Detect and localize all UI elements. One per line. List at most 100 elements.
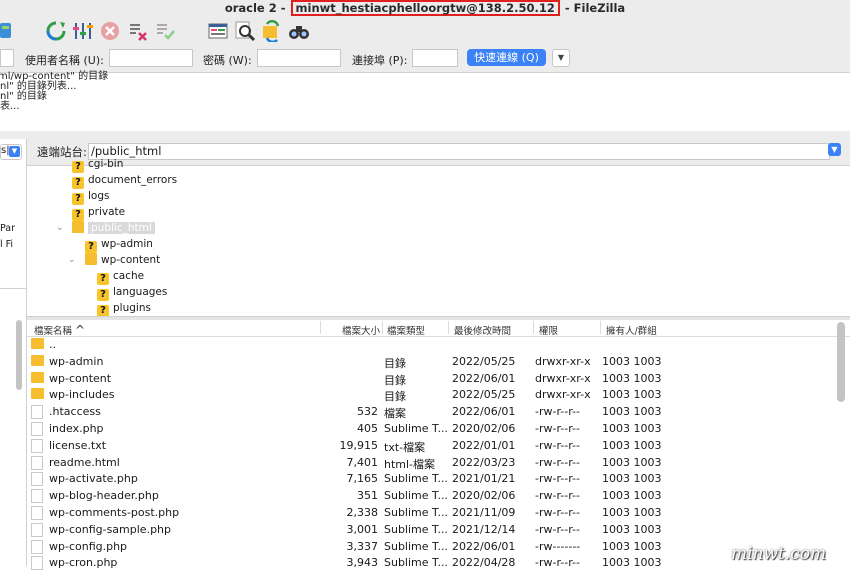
tree-node[interactable]: ? document_errors	[72, 172, 177, 189]
column-header-size[interactable]: 檔案大小	[342, 323, 380, 337]
file-row[interactable]: wp-includes 目錄 2022/05/25 drwxr-xr-x 1003 10…	[27, 386, 837, 403]
file-name: wp-blog-header.php	[49, 489, 159, 503]
tree-node[interactable]: ? cgi-bin	[72, 156, 123, 173]
file-name: wp-content	[49, 371, 112, 385]
file-row[interactable]: wp-config.php 3,337 Sublime T... 2022/06/01…	[27, 538, 837, 555]
file-size: 3,943	[346, 556, 379, 570]
file-owner: 1003 1003	[602, 539, 662, 553]
local-scrollbar[interactable]	[16, 320, 22, 390]
file-size: 532	[357, 405, 378, 419]
chevron-down-icon[interactable]: ⌄	[68, 255, 76, 265]
file-row[interactable]: wp-config-sample.php 3,001 Sublime T... 202…	[27, 521, 837, 538]
file-name: ..	[49, 338, 56, 351]
local-path-dropdown[interactable]: s| ▼	[0, 144, 22, 160]
file-permissions: -rw-------	[535, 539, 581, 553]
file-type: 目錄	[384, 373, 406, 387]
remote-path-dropdown[interactable]: ▼	[828, 143, 841, 156]
file-modified: 2022/04/28	[452, 556, 516, 570]
file-row[interactable]: .htaccess 532 檔案 2022/06/01 -rw-r--r-- 1003 1…	[27, 403, 837, 420]
chevron-down-icon: ▼	[831, 145, 838, 154]
file-permissions: -rw-r--r--	[535, 522, 580, 536]
file-type: Sublime T...	[384, 506, 448, 519]
column-header-name[interactable]: 檔案名稱 ^	[34, 323, 85, 337]
column-header-permissions[interactable]: 權限	[539, 323, 558, 337]
file-row[interactable]: ..	[27, 336, 837, 353]
file-list-scrollbar[interactable]	[837, 322, 845, 402]
file-modified: 2022/06/01	[452, 405, 516, 419]
tree-node-selected[interactable]: public_html	[72, 220, 155, 236]
column-divider[interactable]	[382, 321, 383, 334]
filter-settings-icon[interactable]	[72, 20, 94, 42]
column-divider[interactable]	[533, 321, 534, 334]
column-header-type[interactable]: 檔案類型	[387, 323, 425, 337]
sync-browse-icon[interactable]	[261, 20, 283, 42]
file-row[interactable]: wp-cron.php 3,943 Sublime T... 2022/04/28 -r…	[27, 554, 837, 571]
file-row[interactable]: readme.html 7,401 html-檔案 2022/03/23 -rw-r--…	[27, 454, 837, 471]
username-label: 使用者名稱 (U):	[25, 54, 104, 67]
tree-node[interactable]: wp-content	[85, 252, 160, 268]
refresh-icon[interactable]	[45, 20, 67, 42]
tree-node[interactable]: ? private	[72, 204, 126, 221]
file-row[interactable]: wp-activate.php 7,165 Sublime T... 2021/01/…	[27, 470, 837, 487]
file-icon	[31, 556, 43, 571]
message-log[interactable]: ml/wp-content" 的目錄 nl" 的目錄列表... nl" 的目錄 …	[0, 71, 850, 132]
column-divider[interactable]	[320, 321, 321, 334]
tree-node-label: private	[88, 206, 126, 218]
tree-node-label: languages	[113, 286, 168, 298]
username-field[interactable]	[109, 49, 193, 67]
cancel-icon[interactable]	[99, 20, 121, 42]
site-manager-icon[interactable]	[0, 20, 12, 42]
file-type: 目錄	[384, 356, 406, 370]
column-header-modified[interactable]: 最後修改時間	[454, 323, 511, 337]
file-row[interactable]: license.txt 19,915 txt-檔案 2022/01/01 -rw-r--…	[27, 437, 837, 454]
reconnect-icon[interactable]	[154, 20, 176, 42]
host-field[interactable]	[0, 49, 14, 67]
local-panel[interactable]	[0, 139, 27, 566]
tree-node[interactable]: ? cache	[97, 268, 145, 285]
column-divider[interactable]	[448, 321, 449, 334]
search-files-icon[interactable]	[234, 20, 256, 42]
file-modified: 2021/11/09	[452, 506, 516, 519]
file-type: txt-檔案	[384, 440, 426, 454]
file-size: 3,337	[346, 539, 379, 553]
local-partial-text: l Fi	[0, 239, 14, 250]
file-row[interactable]: wp-comments-post.php 2,338 Sublime T... 202…	[27, 504, 837, 521]
binoculars-icon[interactable]	[288, 20, 310, 42]
tree-node[interactable]: ? logs	[72, 188, 109, 205]
file-row[interactable]: wp-admin 目錄 2022/05/25 drwxr-xr-x 1003 1003	[27, 353, 837, 370]
chevron-down-icon[interactable]: ⌄	[56, 223, 64, 233]
panel-separator[interactable]	[0, 131, 850, 139]
file-modified: 2022/05/25	[452, 354, 516, 368]
file-owner: 1003 1003	[602, 489, 662, 503]
tree-node[interactable]: ? languages	[97, 284, 168, 301]
file-icon	[31, 522, 43, 537]
file-name: wp-config.php	[49, 539, 128, 553]
tree-node[interactable]: ? plugins	[97, 300, 151, 317]
file-icon	[31, 489, 43, 504]
remote-file-list[interactable]: .. wp-admin 目錄 2022/05/25 drwxr-xr-x 1003 100…	[27, 336, 837, 571]
file-icon	[31, 438, 43, 453]
file-owner: 1003 1003	[602, 388, 662, 402]
file-row[interactable]: wp-content 目錄 2022/06/01 drwxr-xr-x 1003 100…	[27, 370, 837, 387]
file-row[interactable]: index.php 405 Sublime T... 2020/02/06 -rw-r-…	[27, 420, 837, 437]
file-permissions: -rw-r--r--	[535, 422, 580, 435]
column-header-owner[interactable]: 擁有人/群組	[606, 323, 657, 337]
quickconnect-button[interactable]: 快速連線 (Q)	[467, 49, 546, 66]
remote-path-input[interactable]: /public_html	[88, 143, 830, 160]
file-size: 351	[357, 489, 378, 503]
file-modified: 2022/03/23	[452, 455, 516, 469]
file-icon	[31, 506, 43, 520]
column-divider[interactable]	[600, 321, 601, 334]
tree-node-label: cache	[113, 270, 145, 282]
file-name: wp-cron.php	[49, 556, 118, 570]
file-row[interactable]: wp-blog-header.php 351 Sublime T... 2020/02…	[27, 487, 837, 504]
disconnect-icon[interactable]	[127, 20, 149, 42]
port-field[interactable]	[412, 49, 458, 67]
password-field[interactable]	[257, 49, 341, 67]
title-suffix: - FileZilla	[560, 1, 626, 15]
tree-node[interactable]: ? wp-admin	[85, 236, 153, 253]
port-label: 連接埠 (P):	[352, 54, 408, 67]
file-modified: 2020/02/06	[452, 489, 516, 503]
quickconnect-history-dropdown[interactable]: ▼	[552, 49, 570, 67]
message-log-icon[interactable]	[207, 20, 229, 42]
